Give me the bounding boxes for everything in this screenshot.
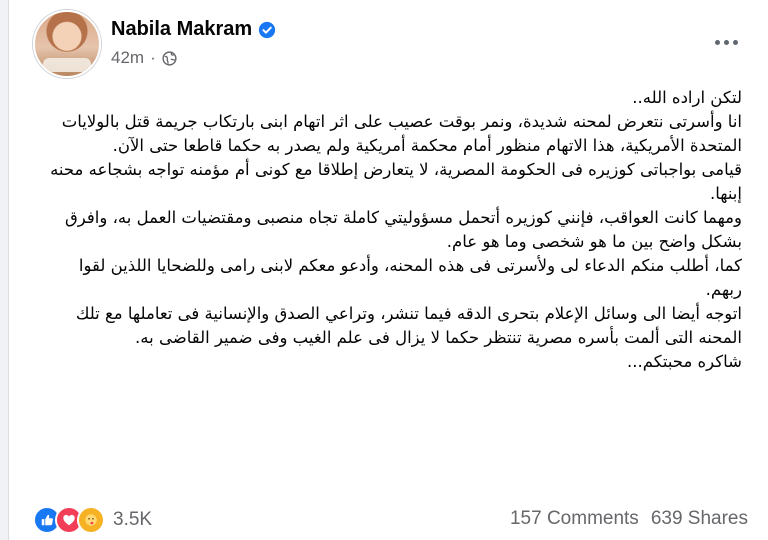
reactions-summary[interactable]: 3.5K [33,506,152,534]
shares-count[interactable]: 639 Shares [651,508,748,530]
more-options-icon[interactable] [710,32,742,52]
comments-count[interactable]: 157 Comments [510,508,639,530]
post-paragraph: انا وأسرتى نتعرض لمحنه شديدة، ونمر بوقت … [61,112,742,155]
post-card: Nabila Makram 42m · لتكن اراده الله.. ان… [8,0,768,540]
post-footer: 3.5K 157 Comments 639 Shares [33,504,748,536]
post-meta: 42m · [111,48,177,68]
post-paragraph: شاكره محبتكم... [627,352,742,371]
post-body: لتكن اراده الله.. انا وأسرتى نتعرض لمحنه… [49,86,742,374]
author-name[interactable]: Nabila Makram [111,18,252,41]
post-stats: 157 Comments 639 Shares [510,508,748,530]
avatar[interactable] [33,10,101,78]
post-paragraph: لتكن اراده الله.. [632,88,742,107]
meta-separator: · [150,48,156,67]
care-icon [77,506,105,534]
globe-icon[interactable] [162,50,177,66]
author-name-row: Nabila Makram [111,18,276,41]
post-header: Nabila Makram 42m · [33,10,748,80]
post-paragraph: اتوجه أيضا الى وسائل الإعلام بتحرى الدقه… [75,304,742,347]
reactions-count[interactable]: 3.5K [113,509,152,531]
post-paragraph: قيامى بواجباتى كوزيره فى الحكومة المصرية… [50,160,742,203]
post-paragraph: كما، أطلب منكم الدعاء لى ولأسرتى فى هذه … [78,256,742,299]
post-paragraph: ومهما كانت العواقب، فإنني كوزيره أتحمل م… [64,208,742,251]
post-time[interactable]: 42m [111,48,144,68]
verified-badge-icon [259,21,276,38]
